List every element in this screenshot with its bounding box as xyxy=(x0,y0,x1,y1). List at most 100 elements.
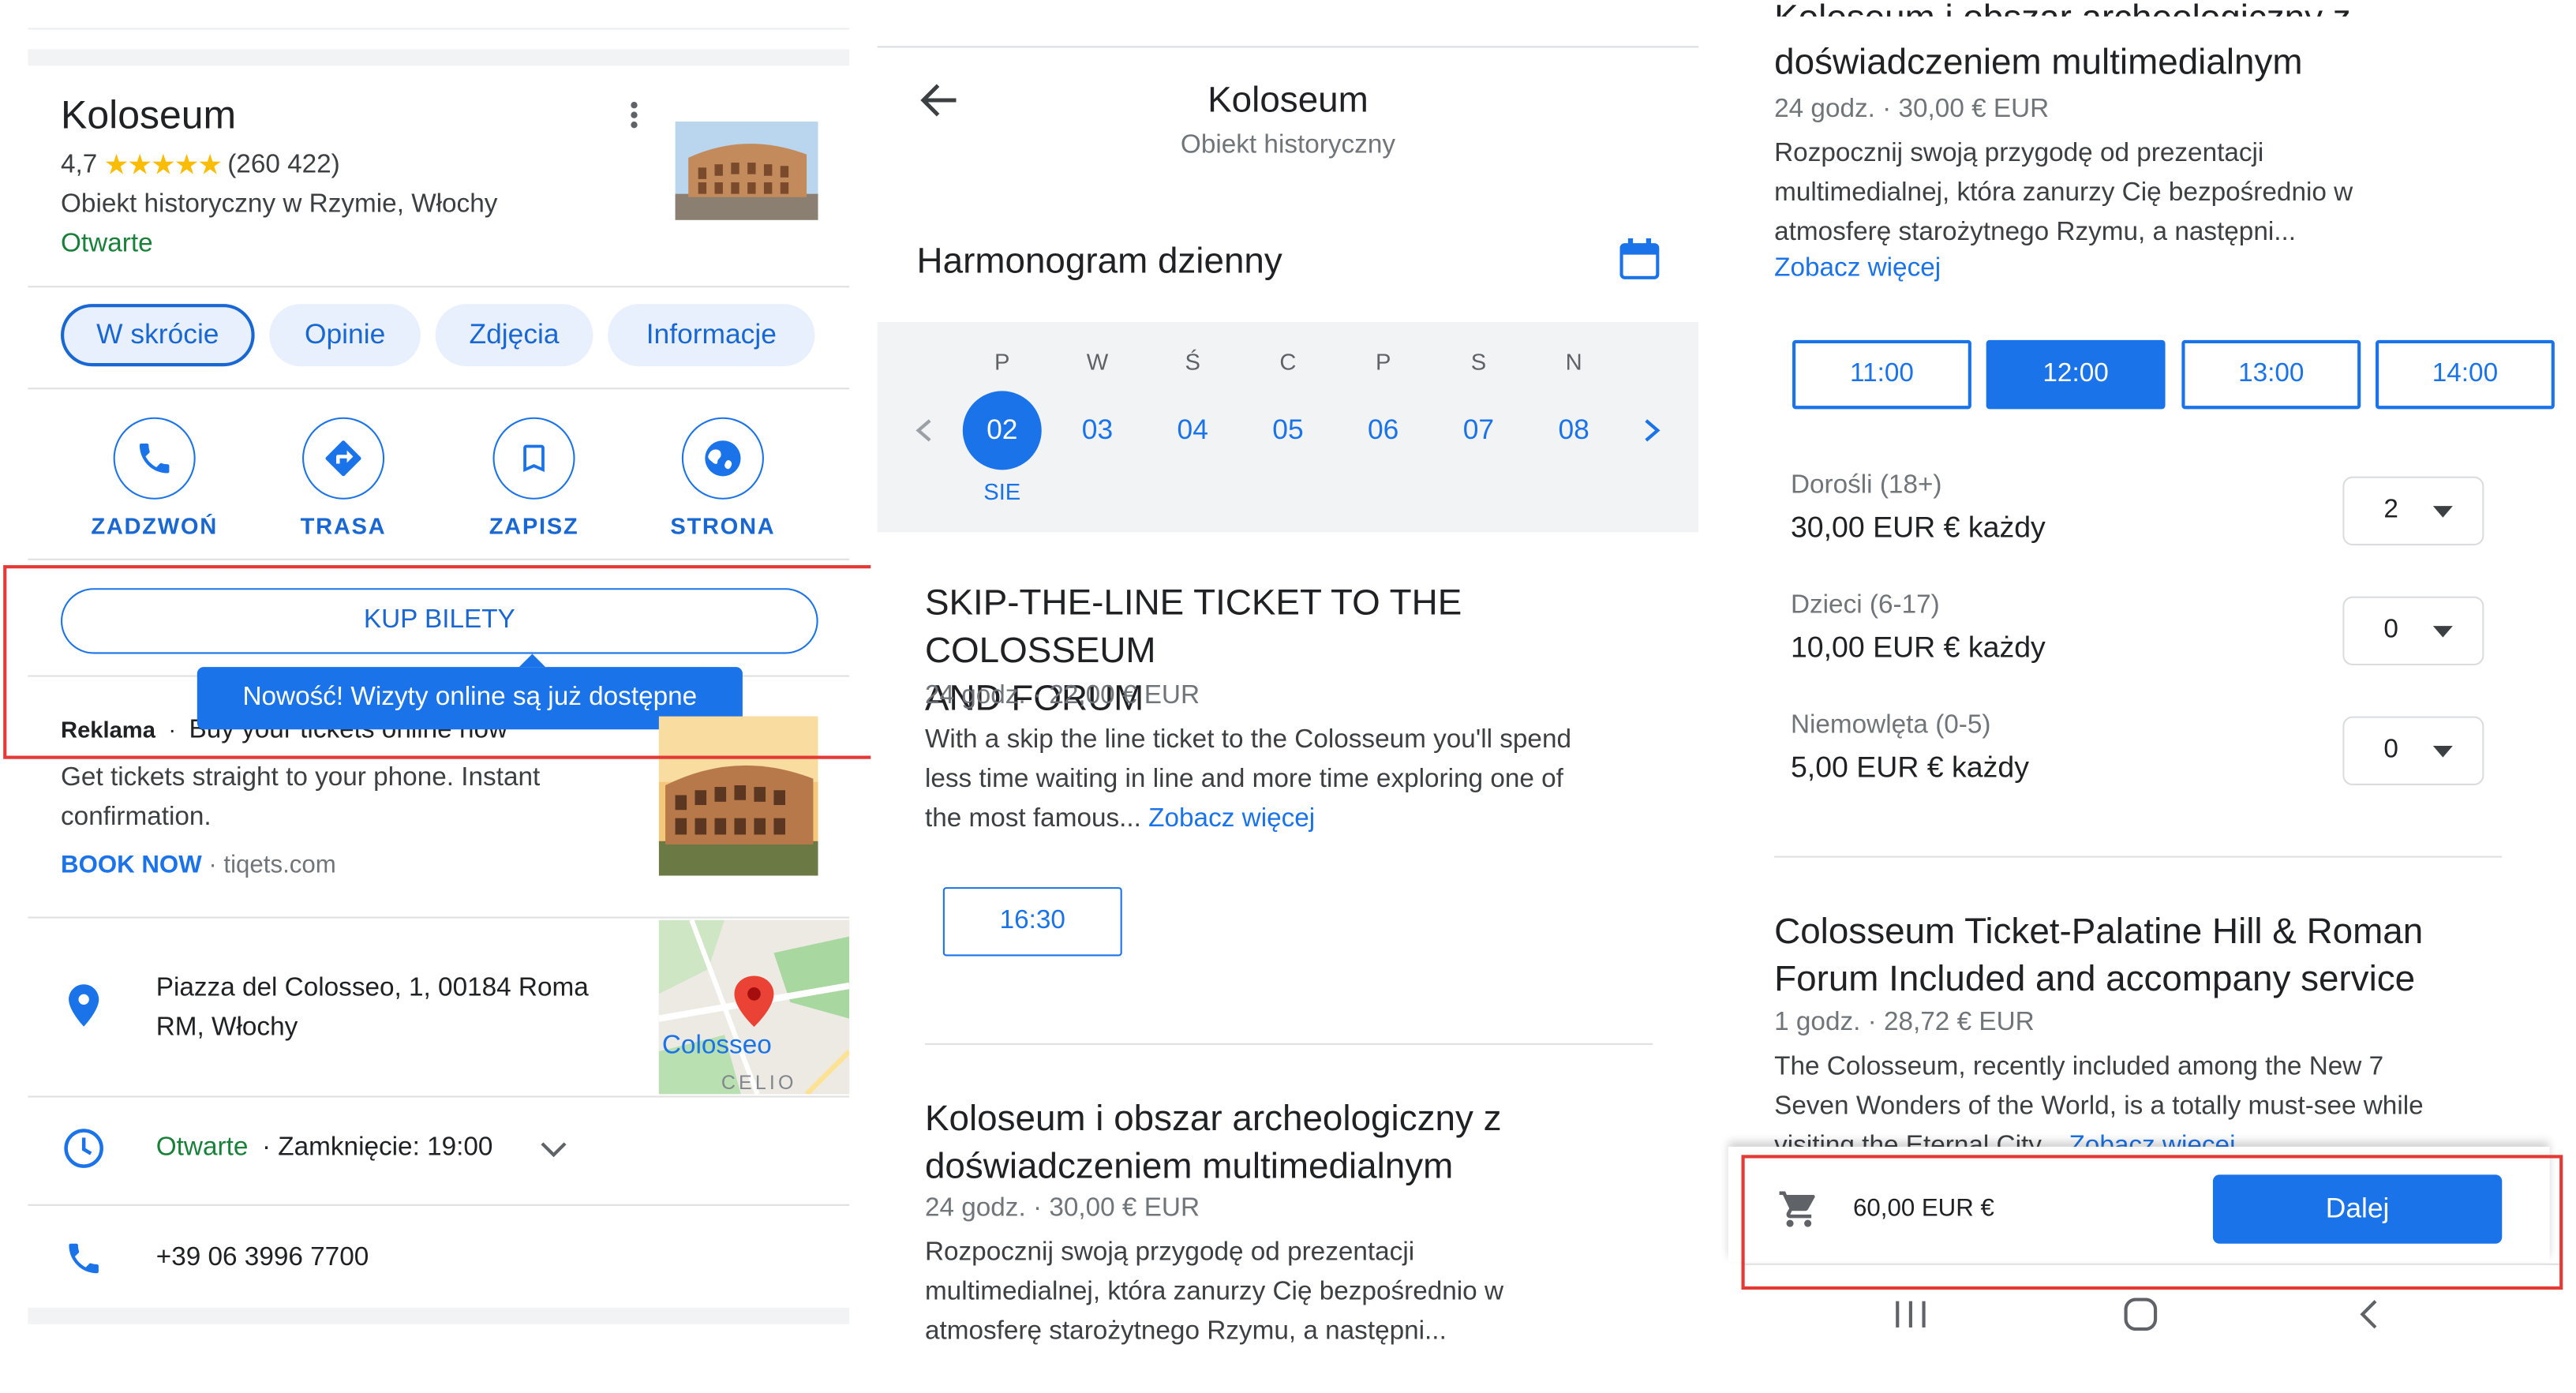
call-label: ZADZWOŃ xyxy=(91,512,218,539)
quantity-select[interactable]: 2 xyxy=(2342,476,2484,546)
directions-icon xyxy=(302,417,385,500)
checkout-panel: Koloseum i obszar archeologiczny z doświ… xyxy=(1708,0,2576,1393)
desc-line: Seven Wonders of the World, is a totally… xyxy=(1774,1092,2424,1121)
ticket-description: Rozpocznij swoją przygodę od prezentacji… xyxy=(1774,135,2514,253)
colosseum-thumbnail[interactable] xyxy=(675,122,818,220)
back-icon[interactable] xyxy=(2356,1298,2382,1339)
ticket-title-partial: Koloseum i obszar archeologiczny z xyxy=(1774,0,2530,17)
chevron-left-icon[interactable] xyxy=(913,418,933,452)
booking-title: Koloseum xyxy=(1208,78,1368,120)
hours-row[interactable]: Otwarte · Zamknięcie: 19:00 xyxy=(156,1133,493,1163)
website-button[interactable]: STRONA xyxy=(641,417,805,539)
price-category-label: Dorośli (18+) xyxy=(1790,471,1942,500)
divider xyxy=(28,916,850,919)
home-icon[interactable] xyxy=(2122,1298,2159,1339)
divider xyxy=(1774,856,2503,858)
ad-cta-row: BOOK NOW · tiqets.com xyxy=(61,851,336,878)
price-category-label: Niemowlęta (0-5) xyxy=(1790,711,1991,740)
review-count[interactable]: (260 422) xyxy=(227,152,340,181)
desc-line: With a skip the line ticket to the Colos… xyxy=(924,726,1571,755)
ticket-meta: 24 godz. · 22,00 € EUR xyxy=(924,681,1200,710)
rating-value: 4,7 xyxy=(61,151,98,179)
day-selected[interactable]: 02 xyxy=(962,391,1042,470)
schedule-label: Harmonogram dzienny xyxy=(916,239,1282,281)
month-label: SIE xyxy=(983,477,1021,505)
quantity-value: 0 xyxy=(2383,736,2398,764)
day-option[interactable]: 06 xyxy=(1344,391,1423,470)
status-divider xyxy=(877,46,1699,48)
dropdown-caret-icon xyxy=(2432,626,2453,638)
weekday-label: S xyxy=(1470,348,1487,375)
chevron-down-icon[interactable] xyxy=(539,1139,568,1168)
time-slot-button[interactable]: 16:30 xyxy=(942,887,1122,957)
screenshot-collage: Koloseum 4,7 ★★★★★ (260 422) Obiekt hist… xyxy=(0,0,2576,1393)
map-thumbnail[interactable]: Colosseo CELIO xyxy=(658,919,850,1095)
chevron-right-icon[interactable] xyxy=(1643,418,1663,452)
map-label: Colosseo xyxy=(661,1032,772,1060)
tab-photos[interactable]: Zdjęcia xyxy=(435,304,593,367)
ticket-title[interactable]: Colosseum Ticket-Palatine Hill & Roman F… xyxy=(1774,907,2530,1002)
divider xyxy=(28,1095,850,1098)
tab-about[interactable]: Informacje xyxy=(608,304,815,367)
time-slot-button[interactable]: 11:00 xyxy=(1792,339,1971,410)
quantity-value: 0 xyxy=(2383,616,2398,644)
booking-panel: Koloseum Obiekt historyczny Harmonogram … xyxy=(877,0,1699,1393)
price-category-label: Dzieci (6-17) xyxy=(1790,591,1940,620)
see-more-link[interactable]: Zobacz więcej xyxy=(1774,255,1941,284)
highlight-box-checkout xyxy=(1741,1155,2563,1290)
hours-status: Otwarte xyxy=(155,1133,249,1162)
day-option[interactable]: 08 xyxy=(1534,391,1613,470)
section-gap xyxy=(28,1307,850,1324)
globe-icon xyxy=(681,417,764,500)
desc-line: The Colosseum, recently included among t… xyxy=(1774,1053,2384,1081)
quantity-select[interactable]: 0 xyxy=(2342,716,2484,786)
section-gap xyxy=(28,49,850,66)
dropdown-caret-icon xyxy=(2432,506,2453,518)
ticket-title[interactable]: Koloseum i obszar archeologiczny z doświ… xyxy=(925,1094,1664,1189)
desc-line: atmosferę starożytnego Rzymu, a następni… xyxy=(924,1317,1447,1346)
time-slot-button[interactable]: 14:00 xyxy=(2375,339,2555,410)
place-title: Koloseum xyxy=(61,93,237,138)
call-button[interactable]: ZADZWOŃ xyxy=(73,417,237,539)
ticket-title-line: Koloseum i obszar archeologiczny z xyxy=(924,1097,1502,1139)
ticket-meta: 24 godz. · 30,00 € EUR xyxy=(1774,95,2050,124)
phone-icon xyxy=(64,1239,103,1286)
directions-button[interactable]: TRASA xyxy=(261,417,425,539)
desc-line: the most famous... xyxy=(924,804,1141,833)
weekday-label: W xyxy=(1086,348,1109,375)
day-option[interactable]: 04 xyxy=(1153,391,1232,470)
star-rating-icon: ★★★★★ xyxy=(103,149,223,181)
day-option[interactable]: 03 xyxy=(1058,391,1137,470)
divider xyxy=(28,558,850,560)
ticket-title-line: doświadczeniem multimedialnym xyxy=(924,1144,1454,1186)
quantity-select[interactable]: 0 xyxy=(2342,596,2484,666)
tab-overview[interactable]: W skrócie xyxy=(61,304,255,367)
more-options-icon[interactable] xyxy=(629,99,638,140)
time-slot-selected[interactable]: 12:00 xyxy=(1986,339,2166,410)
see-more-link[interactable]: Zobacz więcej xyxy=(1148,805,1315,833)
weekday-label: Ś xyxy=(1185,348,1200,375)
ticket-title-line: SKIP-THE-LINE TICKET TO THE COLOSSEUM xyxy=(924,581,1462,671)
calendar-icon[interactable] xyxy=(1619,238,1660,290)
day-option[interactable]: 07 xyxy=(1439,391,1518,470)
booking-subtitle: Obiekt historyczny xyxy=(1180,131,1396,159)
recent-apps-icon[interactable] xyxy=(1893,1298,1929,1339)
divider xyxy=(28,286,850,288)
clock-icon xyxy=(62,1127,105,1178)
save-button[interactable]: ZAPISZ xyxy=(451,417,616,539)
top-divider xyxy=(28,0,850,30)
book-now-link[interactable]: BOOK NOW xyxy=(61,851,202,878)
tab-reviews[interactable]: Opinie xyxy=(269,304,421,367)
phone-number[interactable]: +39 06 3996 7700 xyxy=(156,1244,369,1273)
time-slot-button[interactable]: 13:00 xyxy=(2181,339,2361,410)
ticket-description: Rozpocznij swoją przygodę od prezentacji… xyxy=(925,1234,1664,1352)
save-label: ZAPISZ xyxy=(489,512,579,539)
address[interactable]: Piazza del Colosseo, 1, 00184 Roma RM, W… xyxy=(156,969,589,1048)
phone-icon xyxy=(113,417,196,500)
open-status: Otwarte xyxy=(61,230,153,258)
dropdown-caret-icon xyxy=(2432,746,2453,758)
place-card-panel: Koloseum 4,7 ★★★★★ (260 422) Obiekt hist… xyxy=(0,0,871,1393)
day-option[interactable]: 05 xyxy=(1249,391,1327,470)
price-value: 10,00 EUR € każdy xyxy=(1790,631,2046,664)
ticket-title-line: Forum Included and accompany service xyxy=(1774,957,2416,999)
